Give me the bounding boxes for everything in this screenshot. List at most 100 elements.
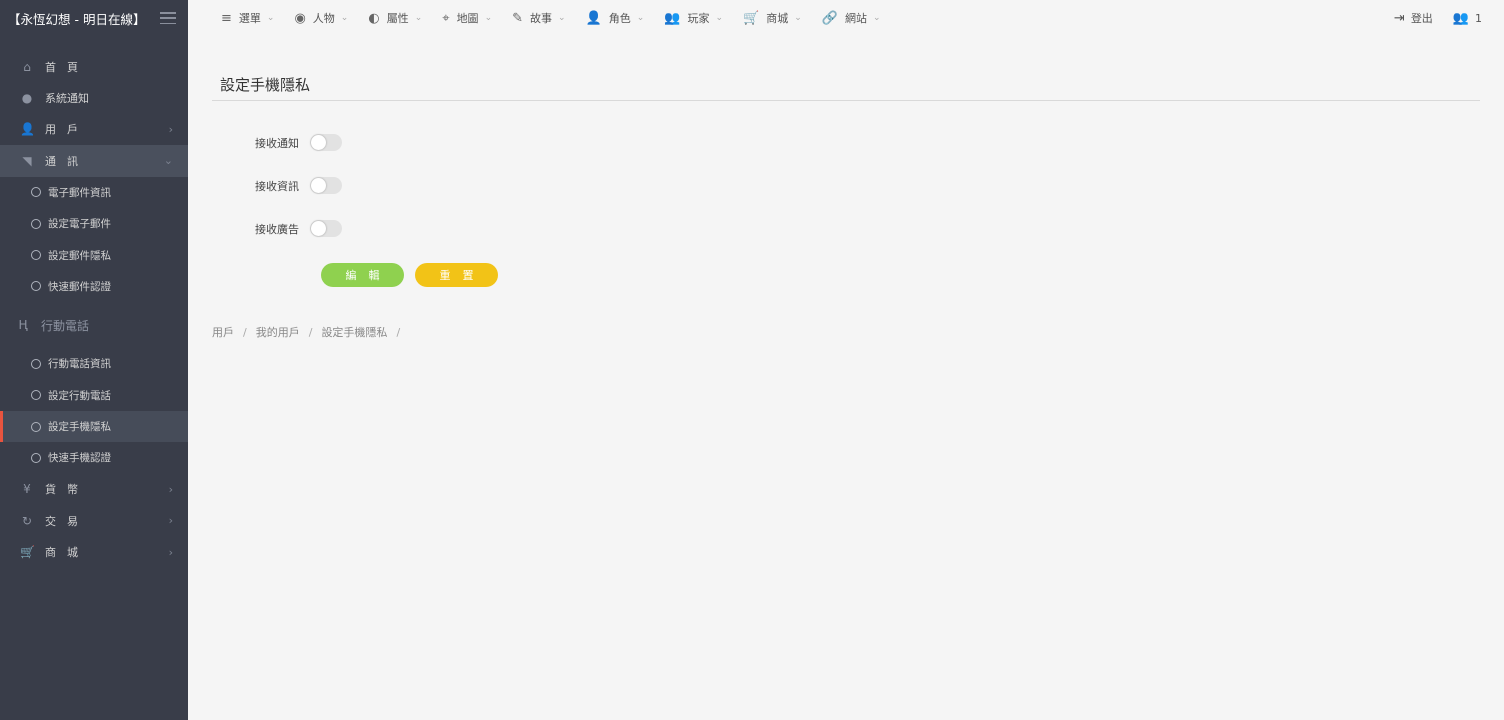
users-icon: 👥 (1452, 10, 1469, 26)
form-row: 接收廣告 (212, 207, 1480, 250)
privacy-form: 接收通知 接收資訊 接收廣告 編輯 重置 (212, 121, 1480, 287)
sidebar-item-currency[interactable]: ¥ 貨 幣 › (0, 474, 188, 505)
sidebar-item-label: 商 城 (45, 546, 78, 560)
sidebar-subitem-label: 電子郵件資訊 (48, 186, 111, 199)
cart-icon: 🛒 (743, 10, 760, 26)
nav-menu[interactable]: ≡ 選單 ⌄ (221, 10, 274, 26)
user-icon: 👤 (585, 10, 602, 26)
receive-notifications-toggle[interactable] (310, 134, 342, 151)
logout-button[interactable]: ⇥ 登出 (1394, 10, 1433, 26)
nav-story[interactable]: ✎ 故事 ⌄ (512, 10, 565, 26)
receive-info-toggle[interactable] (310, 177, 342, 194)
chat-icon: ● (21, 91, 33, 106)
sidebar-item-label: 首 頁 (45, 60, 78, 74)
sidebar: 【永恆幻想 - 明日在線】 ⌂ 首 頁 ● 系統通知 👤 用 戶 › ◥ 通 訊… (0, 0, 188, 720)
breadcrumb-item[interactable]: 用戶 (212, 324, 234, 340)
circle-icon (31, 218, 41, 229)
sidebar-subitem-set-email[interactable]: 設定電子郵件 (0, 208, 188, 239)
menu-icon: ≡ (221, 10, 232, 26)
nav-label: 人物 (312, 12, 335, 25)
page-title: 設定手機隱私 (212, 68, 1480, 101)
sidebar-subitem-quick-email-verify[interactable]: 快速郵件認證 (0, 271, 188, 302)
reset-button[interactable]: 重置 (415, 263, 498, 287)
chevron-right-icon: › (168, 122, 173, 136)
nav-label: 屬性 (386, 12, 409, 25)
signal-icon: ◥ (22, 153, 32, 168)
form-row: 接收通知 (212, 121, 1480, 164)
breadcrumb-item[interactable]: 我的用戶 (256, 324, 300, 340)
chevron-down-icon: ⌄ (636, 13, 645, 23)
nav-attributes[interactable]: ◐ 屬性 ⌄ (368, 10, 422, 26)
home-icon: ⌂ (23, 59, 31, 74)
globe-icon: ◐ (368, 10, 380, 26)
nav-person[interactable]: ◉ 人物 ⌄ (294, 10, 348, 26)
chevron-down-icon: ⌄ (414, 13, 423, 23)
sidebar-subitem-label: 快速手機認證 (48, 452, 111, 465)
breadcrumb: 用戶 / 我的用戶 / 設定手機隱私 / (212, 324, 1480, 340)
sidebar-item-notifications[interactable]: ● 系統通知 (0, 82, 188, 113)
sidebar-item-label: 交 易 (45, 514, 78, 528)
sidebar-item-label: 貨 幣 (45, 483, 78, 497)
breadcrumb-item[interactable]: 設定手機隱私 (321, 324, 387, 340)
sidebar-item-home[interactable]: ⌂ 首 頁 (0, 51, 188, 82)
main-content: 設定手機隱私 接收通知 接收資訊 接收廣告 編輯 重置 用戶 / 我的用戶 / … (212, 68, 1480, 340)
cart-icon: 🛒 (20, 545, 35, 560)
app-title: 【永恆幻想 - 明日在線】 (8, 11, 146, 27)
chevron-down-icon: ⌄ (558, 13, 566, 23)
sidebar-subitem-email-info[interactable]: 電子郵件資訊 (0, 177, 188, 208)
logout-label: 登出 (1410, 12, 1433, 25)
logout-icon: ⇥ (1393, 10, 1405, 26)
sidebar-item-communication[interactable]: ◥ 通 訊 ⌄ (0, 145, 188, 177)
sidebar-subitem-label: 快速郵件認證 (48, 280, 111, 293)
sidebar-item-users[interactable]: 👤 用 戶 › (0, 114, 188, 145)
breadcrumb-separator: / (243, 325, 247, 339)
circle-icon (31, 358, 41, 369)
nav-map[interactable]: ⌖ 地圖 ⌄ (442, 10, 492, 26)
sidebar-subitem-label: 設定手機隱私 (48, 421, 111, 434)
sidebar-group-mobile: Ⱨ 行動電話 (0, 302, 188, 348)
sidebar-subitem-label: 行動電話資訊 (48, 358, 111, 371)
nav-players[interactable]: 👥 玩家 ⌄ (664, 10, 723, 26)
menu-toggle-icon[interactable] (160, 12, 176, 24)
breadcrumb-separator: / (308, 325, 313, 339)
online-users[interactable]: 👥 1 (1453, 11, 1482, 26)
sidebar-subitem-mobile-info[interactable]: 行動電話資訊 (0, 348, 188, 379)
nav-label: 網站 (844, 12, 867, 25)
edit-button[interactable]: 編輯 (321, 263, 404, 287)
nav-label: 商城 (766, 12, 789, 25)
chevron-down-icon: ⌄ (794, 13, 802, 23)
circle-icon (31, 421, 41, 432)
user-icon: 👤 (20, 122, 35, 137)
trade-icon: ↻ (21, 513, 33, 528)
sidebar-subitem-quick-mobile-verify[interactable]: 快速手機認證 (0, 442, 188, 473)
nav-shop[interactable]: 🛒 商城 ⌄ (743, 10, 802, 26)
sidebar-subitem-label: 設定行動電話 (48, 389, 111, 402)
sidebar-subitem-email-privacy[interactable]: 設定郵件隱私 (0, 239, 188, 270)
sidebar-item-trade[interactable]: ↻ 交 易 › (0, 505, 188, 536)
person-circle-icon: ◉ (294, 10, 306, 26)
receive-ads-toggle[interactable] (310, 220, 342, 237)
chevron-down-icon: ⌄ (163, 154, 173, 168)
circle-icon (31, 281, 41, 292)
nav-label: 地圖 (456, 12, 479, 25)
sidebar-item-label: 通 訊 (45, 154, 78, 168)
circle-icon (31, 250, 41, 261)
nav-website[interactable]: 🔗 網站 ⌄ (822, 10, 881, 26)
sidebar-item-shop[interactable]: 🛒 商 城 › (0, 536, 188, 567)
chevron-down-icon: ⌄ (266, 13, 275, 23)
sidebar-menu: ⌂ 首 頁 ● 系統通知 👤 用 戶 › ◥ 通 訊 ⌄ 電子郵件資訊 設定電子… (0, 51, 188, 568)
form-row: 接收資訊 (212, 164, 1480, 207)
field-label: 接收廣告 (255, 222, 299, 236)
sidebar-subitem-label: 設定電子郵件 (48, 218, 111, 231)
sidebar-subitem-mobile-privacy[interactable]: 設定手機隱私 (0, 410, 188, 443)
link-icon: 🔗 (821, 10, 838, 26)
brand-bar: 【永恆幻想 - 明日在線】 (0, 0, 188, 36)
nav-character[interactable]: 👤 角色 ⌄ (586, 10, 645, 26)
magic-wand-icon: ✎ (512, 10, 524, 26)
nav-label: 玩家 (687, 12, 710, 25)
sidebar-subitem-set-mobile[interactable]: 設定行動電話 (0, 380, 188, 411)
toggle-knob (311, 221, 326, 236)
toggle-knob (311, 135, 326, 150)
chevron-down-icon: ⌄ (484, 13, 493, 23)
breadcrumb-separator: / (396, 325, 401, 339)
